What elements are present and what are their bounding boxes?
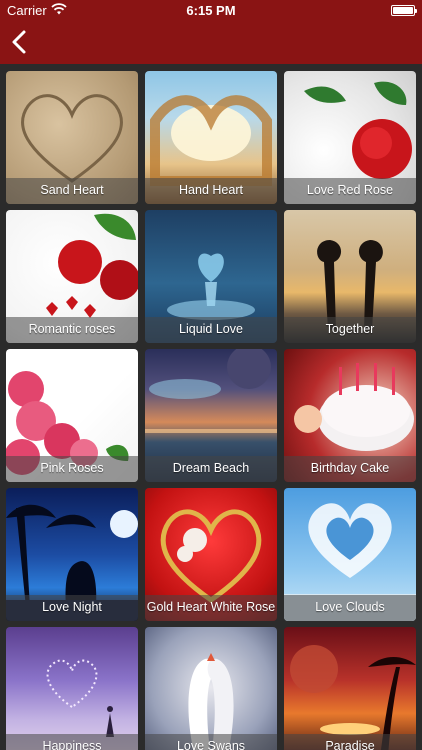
tile-label: Happiness xyxy=(6,734,138,750)
wallpaper-grid: Sand Heart Hand Heart Love Red Rose Roma… xyxy=(6,71,416,750)
tile-together[interactable]: Together xyxy=(284,210,416,343)
tile-happiness[interactable]: Happiness xyxy=(6,627,138,750)
tile-romantic-roses[interactable]: Romantic roses xyxy=(6,210,138,343)
chevron-left-icon[interactable] xyxy=(8,28,32,56)
tile-label: Love Swans xyxy=(145,734,277,750)
tile-sand-heart[interactable]: Sand Heart xyxy=(6,71,138,204)
tile-love-night[interactable]: Love Night xyxy=(6,488,138,621)
tile-dream-beach[interactable]: Dream Beach xyxy=(145,349,277,482)
tile-label: Love Night xyxy=(6,595,138,621)
tile-label: Hand Heart xyxy=(145,178,277,204)
paradise-thumbnail xyxy=(284,627,416,750)
tile-label: Love Clouds xyxy=(284,595,416,621)
tile-paradise[interactable]: Paradise xyxy=(284,627,416,750)
tile-label: Romantic roses xyxy=(6,317,138,343)
tile-label: Love Red Rose xyxy=(284,178,416,204)
tile-label: Birthday Cake xyxy=(284,456,416,482)
tile-pink-roses[interactable]: Pink Roses xyxy=(6,349,138,482)
happiness-thumbnail xyxy=(6,627,138,750)
tile-label: Gold Heart White Rose xyxy=(145,595,277,621)
tile-label: Dream Beach xyxy=(145,456,277,482)
status-bar: Carrier 6:15 PM xyxy=(0,0,422,22)
clock: 6:15 PM xyxy=(186,3,236,18)
battery-icon xyxy=(391,5,417,16)
tile-label: Together xyxy=(284,317,416,343)
tile-hand-heart[interactable]: Hand Heart xyxy=(145,71,277,204)
tile-love-red-rose[interactable]: Love Red Rose xyxy=(284,71,416,204)
tile-love-clouds[interactable]: Love Clouds xyxy=(284,488,416,621)
tile-label: Liquid Love xyxy=(145,317,277,343)
tile-gold-heart-white-rose[interactable]: Gold Heart White Rose xyxy=(145,488,277,621)
tile-label: Pink Roses xyxy=(6,456,138,482)
tile-label: Paradise xyxy=(284,734,416,750)
tile-birthday-cake[interactable]: Birthday Cake xyxy=(284,349,416,482)
tile-label: Sand Heart xyxy=(6,178,138,204)
tile-love-swans[interactable]: Love Swans xyxy=(145,627,277,750)
tile-liquid-love[interactable]: Liquid Love xyxy=(145,210,277,343)
love-swans-thumbnail xyxy=(145,627,277,750)
navigation-bar: Carrier 6:15 PM xyxy=(0,0,422,64)
